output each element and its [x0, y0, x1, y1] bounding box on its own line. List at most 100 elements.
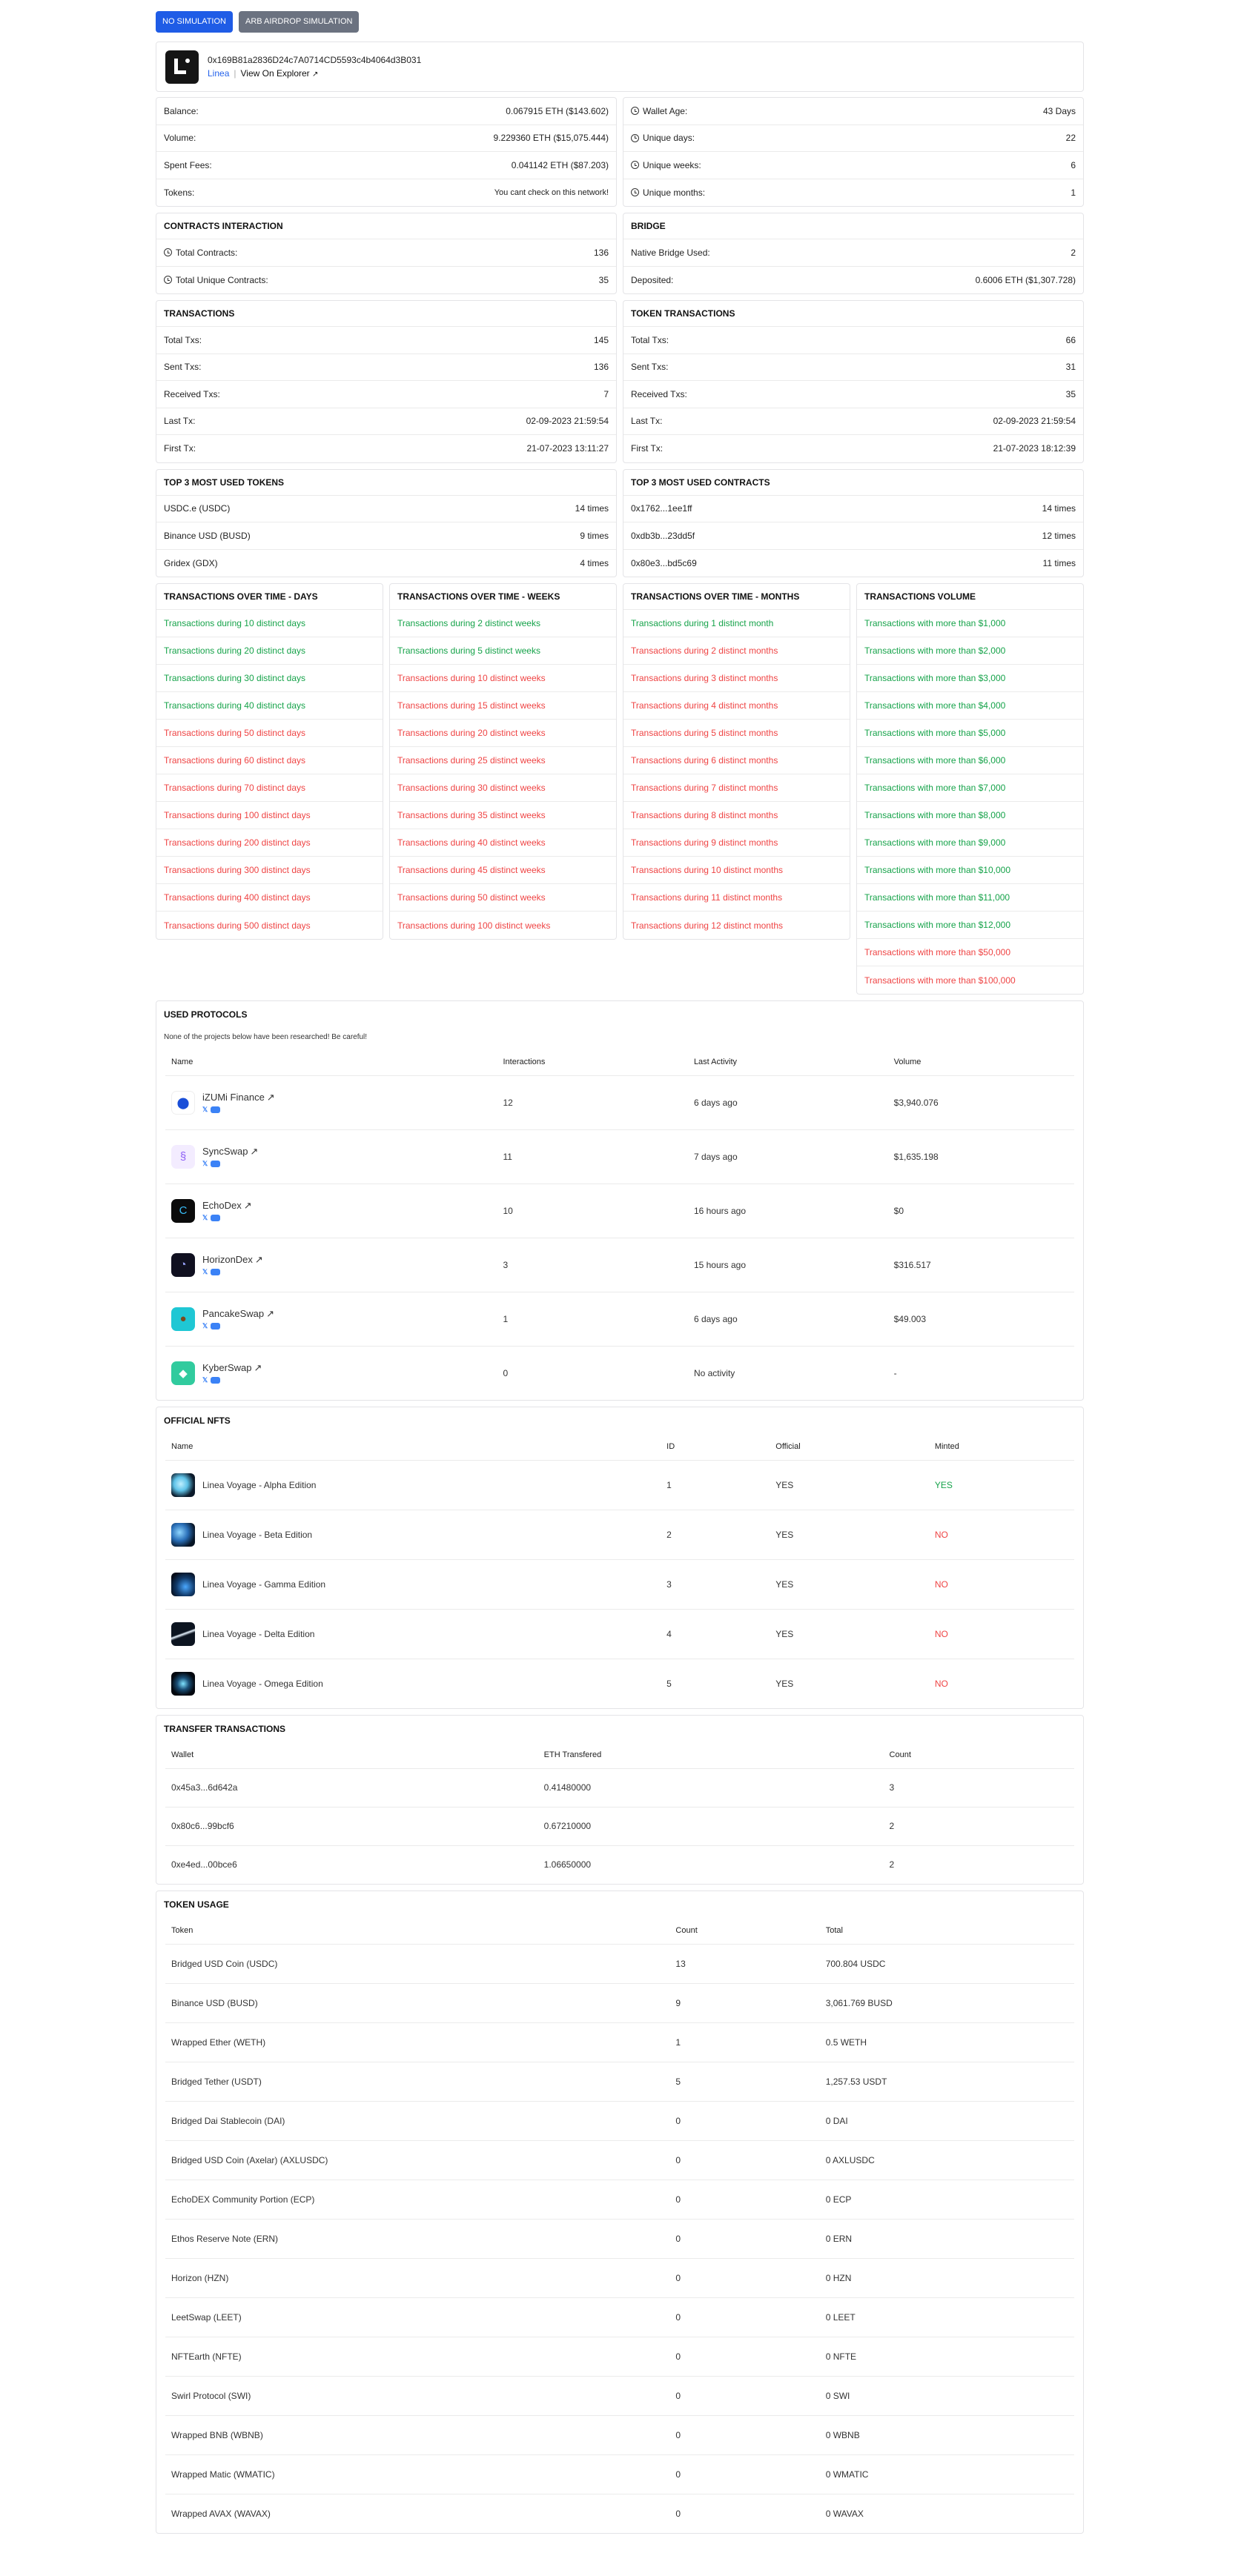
- deposited-value: 0.6006 ETH ($1,307.728): [975, 274, 1076, 285]
- protocol-name-cell: C EchoDex ↗ 𝕏: [165, 1184, 497, 1238]
- token-name: Swirl Protocol (SWI): [165, 2376, 670, 2416]
- nft-row: Linea Voyage - Alpha Edition 1 YES YES: [165, 1460, 1074, 1510]
- top-tokens-card: TOP 3 MOST USED TOKENS USDC.e (USDC) 14 t…: [156, 468, 617, 577]
- no-simulation-button[interactable]: NO SIMULATION: [156, 10, 233, 33]
- network-link[interactable]: Linea: [208, 68, 229, 79]
- top-contract-count: 11 times: [1042, 557, 1076, 568]
- spent-fees-row: Spent Fees: 0.041142 ETH ($87.203): [156, 152, 616, 179]
- milestone-item: Transactions with more than $9,000: [857, 829, 1083, 857]
- transfer-row: 0x45a3...6d642a 0.41480000 3: [165, 1768, 1074, 1807]
- token-name: Bridged USD Coin (USDC): [165, 1944, 670, 1984]
- transactions-card: TRANSACTIONS Total Txs: 145 Sent Txs: 136 …: [156, 300, 617, 463]
- echodex-icon: C: [171, 1198, 195, 1223]
- twitter-x-icon[interactable]: 𝕏: [202, 1160, 208, 1168]
- unique-months-label: Unique months:: [643, 187, 706, 198]
- milestone-title: TRANSACTIONS OVER TIME - MONTHS: [623, 584, 850, 610]
- protocol-link[interactable]: EchoDex: [202, 1200, 242, 1211]
- nft-thumbnail-icon: [171, 1671, 195, 1696]
- top-contract-address: 0xdb3b...23dd5f: [631, 530, 695, 541]
- clock-icon: [164, 248, 172, 257]
- kyberswap-icon: ◆: [171, 1361, 195, 1385]
- milestone-item: Transactions during 50 distinct weeks: [390, 884, 616, 912]
- nft-name: Linea Voyage - Omega Edition: [202, 1678, 323, 1689]
- token-usage-row: Wrapped BNB (WBNB) 0 0 WBNB: [165, 2415, 1074, 2455]
- token-name: Bridged Tether (USDT): [165, 2062, 670, 2102]
- arrow-up-right-icon: ↗: [266, 1307, 275, 1319]
- discord-icon[interactable]: [211, 1214, 221, 1221]
- nft-row: Linea Voyage - Omega Edition 5 YES NO: [165, 1659, 1074, 1708]
- milestone-item: Transactions during 8 distinct months: [623, 802, 850, 829]
- clock-icon: [164, 276, 172, 285]
- milestone-item: Transactions during 35 distinct weeks: [390, 802, 616, 829]
- protocol-link[interactable]: iZUMi Finance: [202, 1092, 265, 1103]
- transfer-row: 0x80c6...99bcf6 0.67210000 2: [165, 1807, 1074, 1846]
- token-count: 0: [669, 2101, 820, 2141]
- top-token-name: Gridex (GDX): [164, 557, 218, 568]
- nft-minted-status: NO: [928, 1559, 1074, 1610]
- nft-name: Linea Voyage - Alpha Edition: [202, 1479, 317, 1490]
- stat-row: Received Txs: 35: [623, 381, 1083, 408]
- twitter-x-icon[interactable]: 𝕏: [202, 1214, 208, 1222]
- milestone-card: TRANSACTIONS OVER TIME - MONTHS Transacti…: [623, 583, 850, 940]
- milestone-item: Transactions with more than $7,000: [857, 774, 1083, 802]
- twitter-x-icon[interactable]: 𝕏: [202, 1322, 208, 1330]
- protocol-interactions: 1: [497, 1292, 688, 1347]
- top-contract-count: 14 times: [1042, 503, 1076, 514]
- stat-row: Total Txs: 66: [623, 327, 1083, 354]
- discord-icon[interactable]: [211, 1268, 221, 1275]
- protocol-volume: $0: [887, 1184, 1074, 1238]
- protocol-link[interactable]: HorizonDex: [202, 1254, 253, 1265]
- protocol-link[interactable]: PancakeSwap: [202, 1308, 264, 1319]
- discord-icon[interactable]: [211, 1376, 221, 1384]
- milestone-card: TRANSACTIONS OVER TIME - WEEKS Transactio…: [389, 583, 617, 940]
- token-total: 0 LEET: [819, 2297, 1074, 2337]
- top-token-count: 9 times: [580, 530, 609, 541]
- token-usage-row: Bridged Tether (USDT) 5 1,257.53 USDT: [165, 2062, 1074, 2102]
- discord-icon[interactable]: [211, 1322, 221, 1330]
- view-on-explorer-link[interactable]: View On Explorer: [241, 68, 310, 79]
- top-token-row: Binance USD (BUSD) 9 times: [156, 522, 616, 550]
- stat-value: 136: [593, 362, 609, 373]
- token-total: 0 WBNB: [819, 2415, 1074, 2455]
- milestone-item: Transactions during 40 distinct days: [156, 692, 383, 720]
- stat-value: 145: [593, 334, 609, 345]
- token-total: 0 NFTE: [819, 2337, 1074, 2377]
- twitter-x-icon[interactable]: 𝕏: [202, 1376, 208, 1384]
- twitter-x-icon[interactable]: 𝕏: [202, 1106, 208, 1114]
- milestone-item: Transactions during 60 distinct days: [156, 747, 383, 774]
- discord-icon[interactable]: [211, 1106, 221, 1113]
- col-total: Total: [819, 1917, 1074, 1945]
- nft-id: 4: [661, 1609, 770, 1659]
- stat-row: Total Txs: 145: [156, 327, 616, 354]
- protocol-link[interactable]: KyberSwap: [202, 1362, 251, 1373]
- simulation-buttons: NO SIMULATION ARB AIRDROP SIMULATION: [156, 0, 1084, 42]
- token-name: LeetSwap (LEET): [165, 2297, 670, 2337]
- token-usage-row: Swirl Protocol (SWI) 0 0 SWI: [165, 2376, 1074, 2416]
- milestone-item: Transactions during 100 distinct days: [156, 802, 383, 829]
- milestone-item: Transactions during 25 distinct weeks: [390, 747, 616, 774]
- token-usage-row: Bridged USD Coin (USDC) 13 700.804 USDC: [165, 1944, 1074, 1984]
- top-token-row: Gridex (GDX) 4 times: [156, 550, 616, 577]
- twitter-x-icon[interactable]: 𝕏: [202, 1268, 208, 1276]
- milestone-item: Transactions with more than $50,000: [857, 939, 1083, 966]
- token-usage-card: TOKEN USAGE Token Count Total Bridged US…: [156, 1890, 1084, 2534]
- protocol-row: ⬤ iZUMi Finance ↗ 𝕏 12 6 days ago $3,940.076: [165, 1075, 1074, 1130]
- protocol-interactions: 10: [497, 1184, 688, 1238]
- clock-icon: [631, 161, 639, 170]
- milestone-item: Transactions with more than $2,000: [857, 637, 1083, 665]
- protocol-link[interactable]: SyncSwap: [202, 1146, 248, 1157]
- transfer-wallet: 0x45a3...6d642a: [165, 1768, 538, 1807]
- top-token-name: USDC.e (USDC): [164, 503, 231, 514]
- stat-label: First Tx:: [164, 443, 196, 454]
- unique-weeks-row: Unique weeks: 6: [623, 152, 1083, 179]
- native-bridge-row: Native Bridge Used: 2: [623, 239, 1083, 267]
- discord-icon[interactable]: [211, 1160, 221, 1167]
- token-total: 0 AXLUSDC: [819, 2140, 1074, 2180]
- token-total: 0 WMATIC: [819, 2454, 1074, 2494]
- arb-airdrop-simulation-button[interactable]: ARB AIRDROP SIMULATION: [238, 10, 360, 33]
- token-count: 0: [669, 2180, 820, 2220]
- milestone-item: Transactions with more than $5,000: [857, 720, 1083, 747]
- token-count: 0: [669, 2337, 820, 2377]
- protocol-last-activity: 6 days ago: [687, 1075, 888, 1130]
- protocol-last-activity: 15 hours ago: [687, 1238, 888, 1292]
